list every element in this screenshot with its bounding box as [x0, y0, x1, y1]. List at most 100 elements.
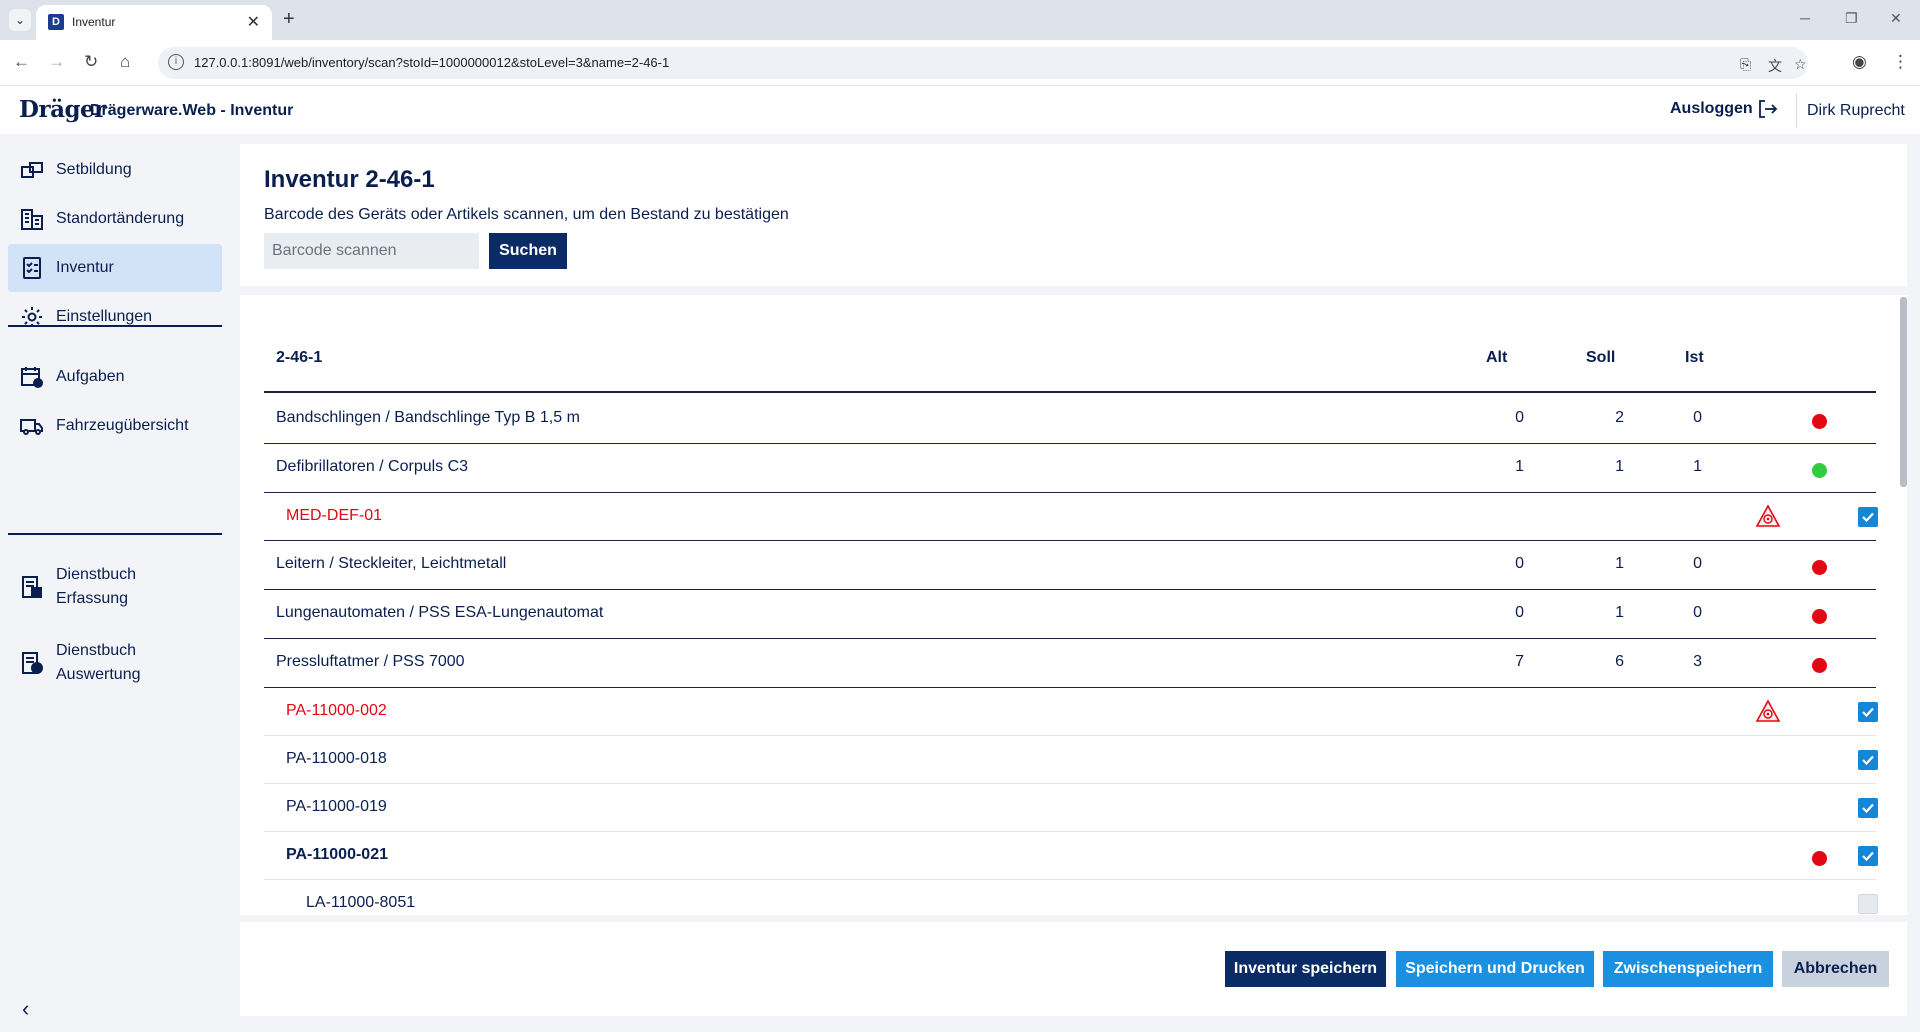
sidebar-item-dienstbuch-erfassung[interactable]: Dienstbuch Erfassung — [8, 558, 222, 616]
cancel-button[interactable]: Abbrechen — [1782, 951, 1889, 987]
sidebar-item-label: Aufgaben — [56, 368, 125, 385]
row-checkbox[interactable] — [1858, 750, 1878, 770]
row-checkbox[interactable] — [1858, 798, 1878, 818]
address-bar[interactable]: i 127.0.0.1:8091/web/inventory/scan?stoI… — [158, 47, 1808, 79]
header-ist: Ist — [1685, 349, 1704, 366]
search-button[interactable]: Suchen — [489, 233, 567, 269]
sidebar-item-dienstbuch-auswertung[interactable]: Dienstbuch Auswertung — [8, 634, 222, 692]
username[interactable]: Dirk Ruprecht — [1807, 102, 1905, 120]
sidebar-item-label: Dienstbuch Erfassung — [56, 566, 137, 607]
group-row[interactable]: Bandschlingen / Bandschlinge Typ B 1,5 m… — [264, 395, 1876, 444]
group-row[interactable]: Defibrillatoren / Corpuls C3 1 1 1 — [264, 444, 1876, 493]
table-row[interactable]: MED-DEF-01 — [264, 493, 1878, 541]
row-checkbox[interactable] — [1858, 507, 1878, 527]
action-bar: Inventur speichern Speichern und Drucken… — [240, 922, 1907, 1016]
sidebar-item-label: Fahrzeugübersicht — [56, 417, 189, 434]
cell-soll: 2 — [1615, 409, 1624, 426]
profile-icon[interactable]: ◉ — [1852, 52, 1867, 72]
sidebar-item-standortaenderung[interactable]: Standortänderung — [8, 195, 222, 243]
logout-button[interactable]: Ausloggen — [1670, 100, 1753, 118]
inventory-table-card: 2-46-1 Alt Soll Ist Bandschlingen / Band… — [240, 295, 1907, 915]
collapse-sidebar-chevron-icon[interactable]: ‹ — [22, 996, 29, 1022]
cell-alt: 0 — [1515, 409, 1524, 426]
group-row[interactable]: Pressluftatmer / PSS 7000 7 6 3 — [264, 639, 1876, 688]
checklist-icon — [23, 257, 41, 279]
row-checkbox[interactable] — [1858, 894, 1878, 914]
translate-icon[interactable]: 文 — [1768, 56, 1782, 76]
minimize-icon[interactable]: ─ — [1800, 10, 1810, 26]
cell-ist: 1 — [1693, 458, 1702, 475]
sidebar-item-inventur[interactable]: Inventur — [8, 244, 222, 292]
restore-icon[interactable]: ❐ — [1845, 10, 1858, 27]
sidebar-divider — [8, 533, 222, 535]
table-scrollbar[interactable] — [1900, 297, 1907, 487]
table-row[interactable]: LA-11000-8051 — [264, 880, 1878, 915]
cell-soll: 1 — [1615, 604, 1624, 621]
group-name: Pressluftatmer / PSS 7000 — [276, 653, 465, 670]
cell-ist: 0 — [1693, 555, 1702, 572]
tab-close-icon[interactable]: ✕ — [247, 12, 260, 32]
sidebar-item-label: Inventur — [56, 259, 114, 276]
browser-tab-bar: ⌄ D Inventur ✕ + ─ ❐ ✕ — [0, 0, 1920, 40]
cell-ist: 3 — [1693, 653, 1702, 670]
header-location: 2-46-1 — [276, 349, 323, 366]
group-row[interactable]: Leitern / Steckleiter, Leichtmetall 0 1 0 — [264, 541, 1876, 590]
new-tab-plus-icon[interactable]: + — [283, 8, 295, 31]
cell-soll: 6 — [1615, 653, 1624, 670]
sidebar-item-fahrzeuguebersicht[interactable]: Fahrzeugübersicht — [8, 402, 222, 450]
sidebar-item-aufgaben[interactable]: Aufgaben — [8, 353, 222, 401]
group-row[interactable]: Lungenautomaten / PSS ESA-Lungenautomat 0… — [264, 590, 1876, 639]
table-row[interactable]: PA-11000-019 — [264, 784, 1878, 832]
row-checkbox[interactable] — [1858, 702, 1878, 722]
cell-alt: 0 — [1515, 555, 1524, 572]
status-red-dot-icon — [1812, 560, 1827, 575]
cell-alt: 7 — [1515, 653, 1524, 670]
item-name: PA-11000-019 — [286, 798, 387, 815]
sidebar-item-label: Standortänderung — [56, 210, 185, 227]
barcode-input[interactable] — [264, 233, 479, 269]
sidebar: Setbildung Standortänderung Inventur Ein… — [0, 134, 230, 1032]
home-icon[interactable]: ⌂ — [120, 52, 130, 72]
sidebar-item-label: Setbildung — [56, 161, 132, 178]
tab-search-chevron-icon[interactable]: ⌄ — [9, 9, 31, 31]
truck-icon — [20, 419, 43, 435]
header-alt: Alt — [1486, 349, 1508, 366]
install-app-icon[interactable]: ⎘ — [1740, 56, 1751, 73]
sidebar-item-setbildung[interactable]: Setbildung — [8, 146, 222, 194]
warning-triangle-icon — [1755, 699, 1781, 722]
save-inventory-button[interactable]: Inventur speichern — [1225, 951, 1386, 987]
table-row[interactable]: PA-11000-018 — [264, 736, 1878, 784]
bookmark-star-icon[interactable]: ☆ — [1794, 56, 1807, 73]
site-info-icon[interactable]: i — [168, 54, 184, 70]
window-close-icon[interactable]: ✕ — [1890, 10, 1902, 27]
url-text[interactable]: 127.0.0.1:8091/web/inventory/scan?stoId=… — [194, 55, 669, 70]
save-and-print-button[interactable]: Speichern und Drucken — [1396, 951, 1594, 987]
item-name: LA-11000-8051 — [306, 894, 416, 911]
save-draft-button[interactable]: Zwischenspeichern — [1603, 951, 1773, 987]
cell-alt: 0 — [1515, 604, 1524, 621]
back-arrow-icon[interactable]: ← — [13, 52, 30, 72]
reload-icon[interactable]: ↻ — [84, 52, 98, 72]
favicon-icon: D — [48, 14, 64, 30]
table-row[interactable]: PA-11000-002 — [264, 688, 1878, 736]
table-header-row: 2-46-1 Alt Soll Ist — [264, 295, 1876, 393]
cell-soll: 1 — [1615, 458, 1624, 475]
logout-icon[interactable] — [1756, 98, 1778, 120]
cell-soll: 1 — [1615, 555, 1624, 572]
forward-arrow-icon[interactable]: → — [48, 52, 65, 72]
building-icon — [21, 209, 43, 230]
menu-kebab-icon[interactable]: ⋮ — [1892, 52, 1909, 72]
item-name: PA-11000-021 — [286, 846, 388, 863]
group-name: Lungenautomaten / PSS ESA-Lungenautomat — [276, 604, 604, 621]
page-subtitle: Barcode des Geräts oder Artikels scannen… — [264, 206, 789, 223]
row-checkbox[interactable] — [1858, 846, 1878, 866]
calendar-icon — [21, 367, 43, 388]
tab-title: Inventur — [72, 15, 116, 29]
status-red-dot-icon — [1812, 609, 1827, 624]
table-row[interactable]: PA-11000-021 — [264, 832, 1878, 880]
status-green-dot-icon — [1812, 463, 1827, 478]
sidebar-item-einstellungen[interactable]: Einstellungen — [8, 293, 222, 341]
group-name: Bandschlingen / Bandschlinge Typ B 1,5 m — [276, 409, 580, 426]
group-name: Defibrillatoren / Corpuls C3 — [276, 458, 469, 475]
browser-tab[interactable]: D Inventur ✕ — [36, 5, 272, 40]
